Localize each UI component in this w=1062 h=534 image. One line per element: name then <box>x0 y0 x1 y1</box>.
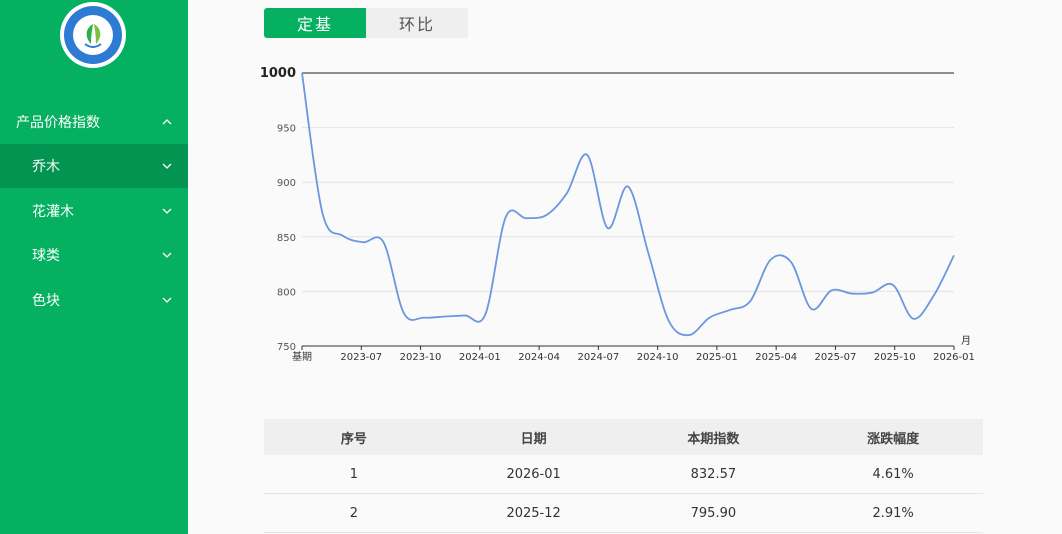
y-tick-label: 1000 <box>260 66 296 81</box>
x-tick-label: 2025-04 <box>755 352 797 363</box>
table-cell: 2025-12 <box>506 505 561 521</box>
y-tick-label: 900 <box>277 178 296 189</box>
x-tick-label: 2024-01 <box>459 352 501 363</box>
chevron-down-icon <box>162 297 172 303</box>
table-cell: 4.61% <box>872 466 914 482</box>
x-tick-label: 2025-01 <box>696 352 738 363</box>
sidebar-item-qiaomu[interactable]: 乔木 <box>0 144 188 188</box>
x-tick-label: 2024-04 <box>518 352 560 363</box>
header-cell: 本期指数 <box>687 431 740 447</box>
x-tick-label: 2024-10 <box>637 352 679 363</box>
x-tick-label: 2023-10 <box>400 352 442 363</box>
index-type-tabs: 定基 环比 <box>264 8 468 38</box>
table-row: 1 2026-01 832.57 4.61% <box>264 455 983 494</box>
table-cell: 1 <box>349 466 359 482</box>
tab-fixed-base[interactable]: 定基 <box>264 8 366 38</box>
price-index-chart: 7508008509009501000基期 2023-07 2023-10 2024-… <box>260 66 975 363</box>
sidebar-item-label: 乔木 <box>32 159 60 175</box>
table-row: 2 2025-12 795.90 2.91% <box>264 494 983 533</box>
sidebar-item-qiulei[interactable]: 球类 <box>0 233 188 277</box>
table-cell: 795.90 <box>690 505 737 521</box>
chevron-down-icon <box>162 208 172 214</box>
y-tick-label: 950 <box>277 124 296 135</box>
x-tick-label: 基期 <box>292 350 312 363</box>
x-unit-label: 月 <box>961 335 971 347</box>
header-cell: 日期 <box>520 431 547 447</box>
table-header: 序号 日期 本期指数 涨跌幅度 <box>264 419 983 455</box>
sidebar-item-sekuai[interactable]: 色块 <box>0 278 188 322</box>
table-cell: 2 <box>349 505 359 521</box>
logo-icon <box>60 2 126 68</box>
tab-month-on-month[interactable]: 环比 <box>366 8 468 38</box>
index-table: 序号 日期 本期指数 涨跌幅度 1 2026-01 832.57 4.61% 2… <box>264 419 983 533</box>
index-series-line <box>301 72 955 337</box>
chevron-up-icon <box>162 119 172 125</box>
sidebar-item-label: 色块 <box>32 293 60 309</box>
x-tick-label: 2025-07 <box>815 352 857 363</box>
x-tick-label: 2025-10 <box>874 352 916 363</box>
y-tick-label: 850 <box>277 233 296 244</box>
table-cell: 2.91% <box>872 505 914 521</box>
x-tick-label: 2024-07 <box>577 352 619 363</box>
table-cell: 2026-01 <box>506 466 561 482</box>
x-tick-label: 2023-07 <box>340 352 382 363</box>
chevron-down-icon <box>162 163 172 169</box>
sidebar-item-huaguanmu[interactable]: 花灌木 <box>0 189 188 233</box>
menu-section-price-index[interactable]: 产品价格指数 <box>0 100 188 144</box>
table-cell: 832.57 <box>690 466 737 482</box>
sidebar-item-label: 花灌木 <box>32 204 74 220</box>
menu-section-label: 产品价格指数 <box>16 115 100 131</box>
chevron-down-icon <box>162 252 172 258</box>
sidebar-item-label: 球类 <box>32 248 60 264</box>
header-cell: 涨跌幅度 <box>867 431 920 447</box>
y-tick-label: 800 <box>277 287 296 298</box>
sidebar: 产品价格指数 乔木 花灌木 球类 色块 <box>0 0 188 534</box>
x-tick-label: 2026-01 <box>933 352 975 363</box>
header-cell: 序号 <box>340 431 367 447</box>
